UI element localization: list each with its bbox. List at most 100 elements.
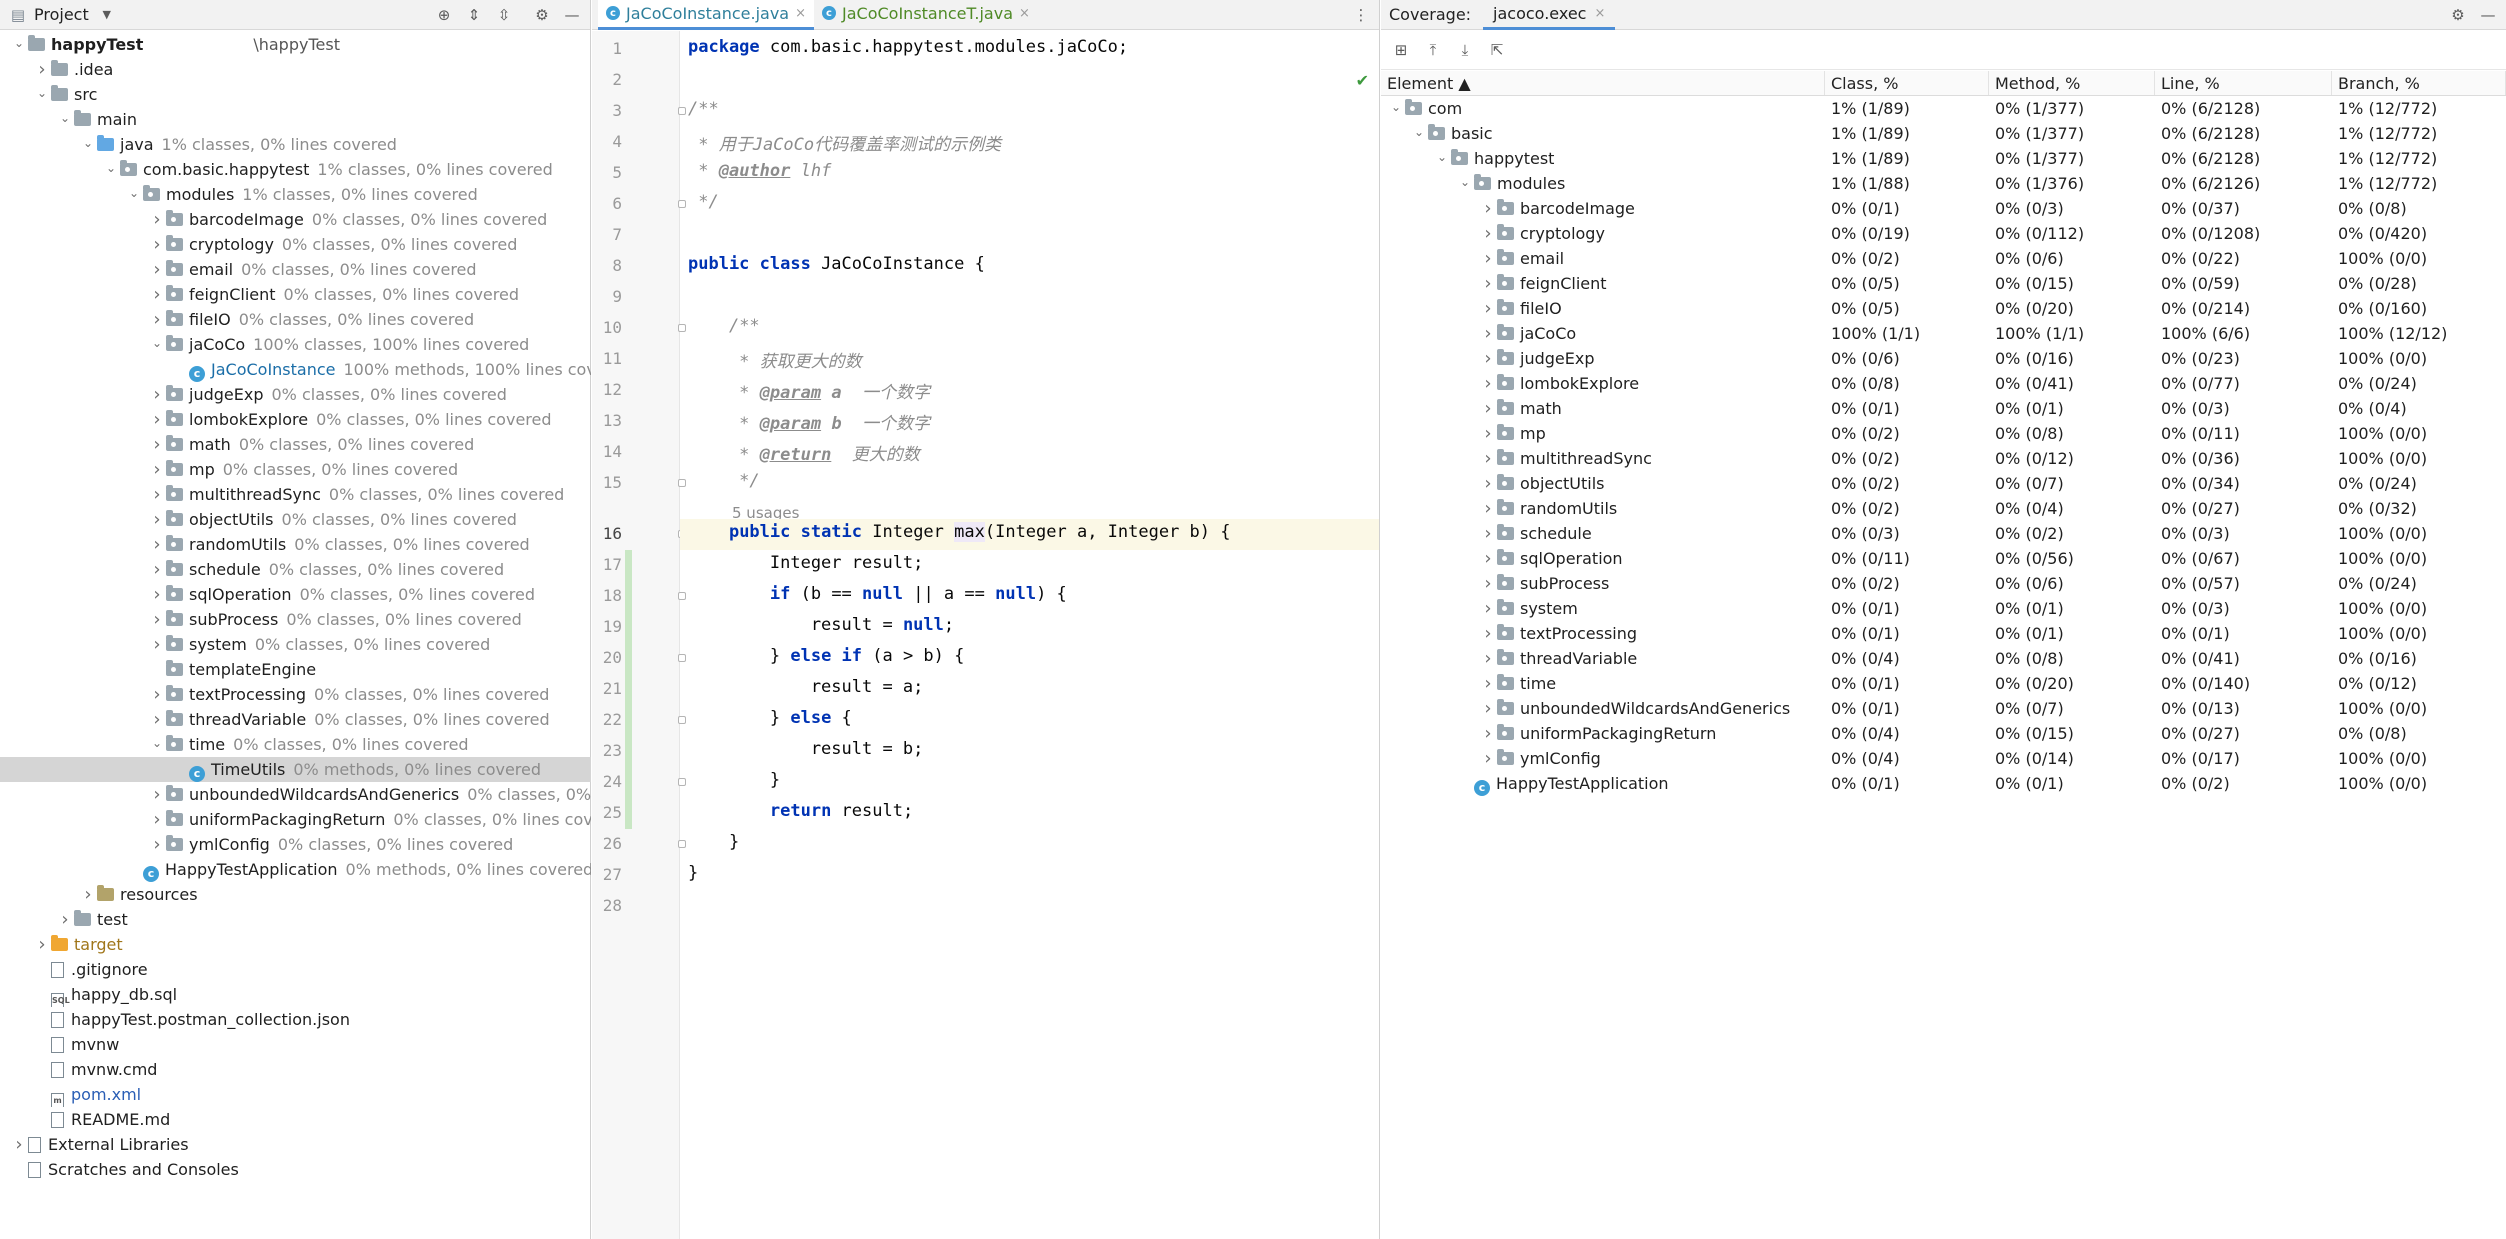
tree-item[interactable]: › External Libraries — [0, 1132, 591, 1157]
chevron-right-icon[interactable]: › — [1479, 571, 1497, 596]
chevron-right-icon[interactable]: › — [1479, 746, 1497, 771]
vcs-change-marker[interactable] — [625, 798, 632, 829]
table-row[interactable]: › schedule 0% (0/3) 0% (0/2) 0% (0/3) 100% (0… — [1381, 521, 2506, 546]
chevron-down-icon[interactable]: ⌄ — [125, 182, 143, 206]
vcs-change-marker[interactable] — [625, 674, 632, 705]
close-icon[interactable]: × — [1594, 6, 1605, 21]
chevron-right-icon[interactable]: › — [79, 882, 97, 907]
chevron-down-icon[interactable]: ⌄ — [56, 107, 74, 131]
tree-item[interactable]: .gitignore — [0, 957, 591, 982]
tree-item[interactable]: c TimeUtils 0% methods, 0% lines covered — [0, 757, 591, 782]
chevron-right-icon[interactable]: › — [1479, 721, 1497, 746]
tree-item[interactable]: › .idea — [0, 57, 591, 82]
table-row[interactable]: c HappyTestApplication 0% (0/1) 0% (0/1) 0% … — [1381, 771, 2506, 796]
vcs-change-marker[interactable] — [625, 767, 632, 798]
chevron-right-icon[interactable]: › — [1479, 421, 1497, 446]
tree-item[interactable]: › fileIO 0% classes, 0% lines covered — [0, 307, 591, 332]
tree-item[interactable]: templateEngine — [0, 657, 591, 682]
chevron-right-icon[interactable]: › — [33, 57, 51, 82]
chevron-right-icon[interactable]: › — [148, 807, 166, 832]
project-title[interactable]: Project — [34, 5, 89, 24]
tree-item[interactable]: › objectUtils 0% classes, 0% lines covered — [0, 507, 591, 532]
chevron-right-icon[interactable]: › — [1479, 671, 1497, 696]
table-row[interactable]: › feignClient 0% (0/5) 0% (0/15) 0% (0/59) 0%… — [1381, 271, 2506, 296]
table-row[interactable]: › unboundedWildcardsAndGenerics 0% (0/1) 0%… — [1381, 696, 2506, 721]
chevron-right-icon[interactable]: › — [148, 307, 166, 332]
table-row[interactable]: › system 0% (0/1) 0% (0/1) 0% (0/3) 100% (0/0… — [1381, 596, 2506, 621]
tree-item[interactable]: › subProcess 0% classes, 0% lines covered — [0, 607, 591, 632]
chevron-down-icon[interactable]: ⌄ — [79, 132, 97, 156]
chevron-right-icon[interactable]: › — [148, 532, 166, 557]
minimize-icon[interactable]: — — [2478, 5, 2498, 25]
editor-tab[interactable]: c JaCoCoInstance.java × — [598, 0, 815, 30]
chevron-right-icon[interactable]: › — [148, 682, 166, 707]
chevron-right-icon[interactable]: › — [148, 232, 166, 257]
chevron-down-icon[interactable]: ▼ — [97, 5, 117, 25]
tree-item[interactable]: m pom.xml — [0, 1082, 591, 1107]
tree-item[interactable]: ⌄ src — [0, 82, 591, 107]
chevron-right-icon[interactable]: › — [1479, 621, 1497, 646]
table-row[interactable]: › jaCoCo 100% (1/1) 100% (1/1) 100% (6/6) 100… — [1381, 321, 2506, 346]
chevron-right-icon[interactable]: › — [148, 607, 166, 632]
column-header[interactable]: Class, % — [1825, 71, 1989, 95]
chevron-right-icon[interactable]: › — [148, 207, 166, 232]
tree-item[interactable]: › system 0% classes, 0% lines covered — [0, 632, 591, 657]
tree-item[interactable]: Scratches and Consoles — [0, 1157, 591, 1182]
tree-item[interactable]: ⌄ happyTest \happyTest — [0, 32, 591, 57]
chevron-down-icon[interactable]: ⌄ — [1410, 121, 1428, 145]
chevron-right-icon[interactable]: › — [56, 907, 74, 932]
column-header[interactable]: Method, % — [1989, 71, 2155, 95]
chevron-down-icon[interactable]: ⌄ — [148, 732, 166, 756]
chevron-right-icon[interactable]: › — [148, 582, 166, 607]
vcs-change-marker[interactable] — [625, 581, 632, 612]
table-row[interactable]: › fileIO 0% (0/5) 0% (0/20) 0% (0/214) 0% (0/… — [1381, 296, 2506, 321]
close-icon[interactable]: × — [795, 6, 806, 21]
tree-item[interactable]: ⌄ jaCoCo 100% classes, 100% lines covered — [0, 332, 591, 357]
tree-item[interactable]: › cryptology 0% classes, 0% lines covered — [0, 232, 591, 257]
table-row[interactable]: › time 0% (0/1) 0% (0/20) 0% (0/140) 0% (0/12… — [1381, 671, 2506, 696]
table-row[interactable]: › lombokExplore 0% (0/8) 0% (0/41) 0% (0/77)… — [1381, 371, 2506, 396]
tree-item[interactable]: README.md — [0, 1107, 591, 1132]
chevron-right-icon[interactable]: › — [148, 832, 166, 857]
table-row[interactable]: ⌄ com 1% (1/89) 0% (1/377) 0% (6/2128) 1% (12… — [1381, 96, 2506, 121]
tree-item[interactable]: › barcodeImage 0% classes, 0% lines covere… — [0, 207, 591, 232]
chevron-right-icon[interactable]: › — [33, 932, 51, 957]
tree-item[interactable]: ⌄ java 1% classes, 0% lines covered — [0, 132, 591, 157]
chevron-right-icon[interactable]: › — [1479, 296, 1497, 321]
chevron-right-icon[interactable]: › — [10, 1132, 28, 1157]
tree-item[interactable]: › textProcessing 0% classes, 0% lines cove… — [0, 682, 591, 707]
chevron-right-icon[interactable]: › — [148, 407, 166, 432]
chevron-right-icon[interactable]: › — [1479, 271, 1497, 296]
chevron-down-icon[interactable]: ⌄ — [1433, 146, 1451, 170]
table-row[interactable]: ⌄ happytest 1% (1/89) 0% (1/377) 0% (6/2128)… — [1381, 146, 2506, 171]
project-view-icon[interactable]: ▤ — [8, 5, 28, 25]
chevron-right-icon[interactable]: › — [148, 482, 166, 507]
vcs-change-marker[interactable] — [625, 705, 632, 736]
tree-item[interactable]: › randomUtils 0% classes, 0% lines covered — [0, 532, 591, 557]
tree-item[interactable]: ⌄ com.basic.happytest 1% classes, 0% lines… — [0, 157, 591, 182]
column-header[interactable]: Branch, % — [2332, 71, 2506, 95]
table-row[interactable]: › textProcessing 0% (0/1) 0% (0/1) 0% (0/1) 1… — [1381, 621, 2506, 646]
chevron-right-icon[interactable]: › — [148, 707, 166, 732]
tree-item[interactable]: › resources — [0, 882, 591, 907]
table-row[interactable]: › multithreadSync 0% (0/2) 0% (0/12) 0% (0/3… — [1381, 446, 2506, 471]
chevron-down-icon[interactable]: ⌄ — [148, 332, 166, 356]
chevron-right-icon[interactable]: › — [1479, 471, 1497, 496]
table-row[interactable]: › sqlOperation 0% (0/11) 0% (0/56) 0% (0/67)… — [1381, 546, 2506, 571]
tree-item[interactable]: › schedule 0% classes, 0% lines covered — [0, 557, 591, 582]
chevron-down-icon[interactable]: ⌄ — [1456, 171, 1474, 195]
vcs-change-marker[interactable] — [625, 550, 632, 581]
gear-icon[interactable]: ⚙ — [2448, 5, 2468, 25]
chevron-right-icon[interactable]: › — [1479, 496, 1497, 521]
chevron-right-icon[interactable]: › — [148, 432, 166, 457]
column-header[interactable]: Line, % — [2155, 71, 2332, 95]
tree-item[interactable]: › feignClient 0% classes, 0% lines covered — [0, 282, 591, 307]
table-row[interactable]: › uniformPackagingReturn 0% (0/4) 0% (0/15)… — [1381, 721, 2506, 746]
chevron-right-icon[interactable]: › — [148, 632, 166, 657]
tree-item[interactable]: › ymlConfig 0% classes, 0% lines covered — [0, 832, 591, 857]
chevron-right-icon[interactable]: › — [1479, 696, 1497, 721]
tree-item[interactable]: › target — [0, 932, 591, 957]
export-icon[interactable]: ⇱ — [1487, 40, 1507, 60]
table-row[interactable]: › ymlConfig 0% (0/4) 0% (0/14) 0% (0/17) 100%… — [1381, 746, 2506, 771]
chevron-right-icon[interactable]: › — [1479, 446, 1497, 471]
